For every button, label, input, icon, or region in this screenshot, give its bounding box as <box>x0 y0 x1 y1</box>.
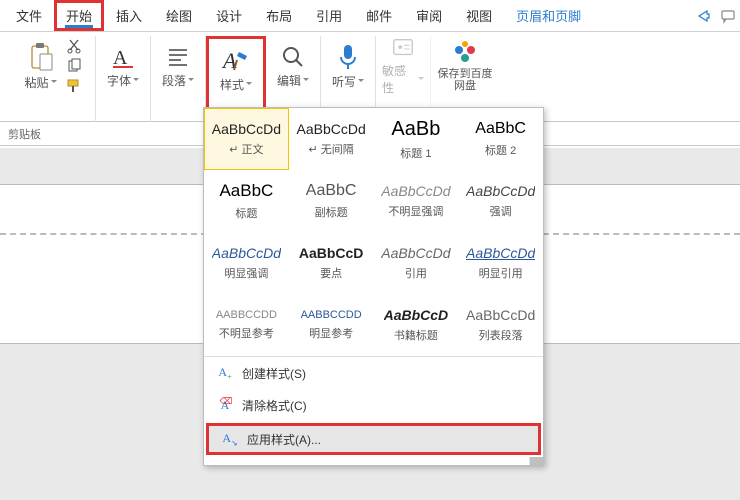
create-style-icon: A+ <box>216 365 234 381</box>
format-painter-icon[interactable] <box>66 78 82 94</box>
style-name: ↵ 无间隔 <box>308 141 353 157</box>
paragraph-label: 段落 <box>162 72 186 89</box>
create-style-item[interactable]: A+ 创建样式(S) <box>204 357 543 389</box>
panel-scrollbar[interactable] <box>204 457 543 465</box>
style-preview: AaBbCcDd <box>212 121 281 137</box>
style-preview: AaBbCcDd <box>296 121 365 137</box>
apply-style-label: 应用样式(A)... <box>247 431 321 448</box>
group-clipboard: 粘贴 <box>6 36 96 122</box>
tab-header-footer[interactable]: 页眉和页脚 <box>504 0 593 31</box>
style-name: 强调 <box>490 203 512 219</box>
style-name: 列表段落 <box>479 327 523 343</box>
style-swatch[interactable]: AaBbCcDd ↵ 正文 <box>204 108 289 170</box>
style-swatch[interactable]: AaBbCcDd 列表段落 <box>458 294 543 356</box>
sensitivity-label: 敏感性 <box>382 62 416 96</box>
style-name: 明显强调 <box>224 265 268 281</box>
tab-review[interactable]: 审阅 <box>404 0 454 31</box>
tab-mail[interactable]: 邮件 <box>354 0 404 31</box>
style-name: 标题 2 <box>485 142 516 158</box>
paste-button[interactable]: 粘贴 <box>20 36 62 96</box>
group-font: A 字体 <box>96 36 151 122</box>
clear-format-icon: A⌫ <box>216 398 234 413</box>
style-preview: AaBbCcD <box>384 307 449 323</box>
style-swatch[interactable]: AABBCCDD 不明显参考 <box>204 294 289 356</box>
styles-button[interactable]: A 样式 <box>215 39 257 99</box>
paste-label: 粘贴 <box>24 74 48 91</box>
comments-icon[interactable] <box>720 8 736 24</box>
style-preview: AABBCCDD <box>301 309 362 321</box>
tab-file[interactable]: 文件 <box>4 0 54 31</box>
style-preview: AaBbCcDd <box>212 245 281 261</box>
svg-text:A: A <box>113 47 128 69</box>
dictate-label: 听写 <box>332 73 356 90</box>
style-preview: AaBbC <box>219 181 273 201</box>
style-swatch[interactable]: AaBbC 标题 2 <box>458 108 543 170</box>
clear-format-item[interactable]: A⌫ 清除格式(C) <box>204 389 543 421</box>
dictate-button[interactable]: 听写 <box>327 36 369 96</box>
edit-label: 编辑 <box>277 72 301 89</box>
tab-home[interactable]: 开始 <box>54 0 104 31</box>
styles-dropdown-panel: AaBbCcDd ↵ 正文 AaBbCcDd ↵ 无间隔 AaBb 标题 1 AaBbC 标题… <box>203 107 544 466</box>
style-preview: AaBbCcDd <box>381 183 450 199</box>
style-swatch[interactable]: AaBbCcDd 强调 <box>458 170 543 232</box>
sensitivity-button: 敏感性 <box>382 36 424 96</box>
style-swatch[interactable]: AaBbCcD 书籍标题 <box>374 294 459 356</box>
style-swatch[interactable]: AaBbCcD 要点 <box>289 232 374 294</box>
apply-style-icon: A↘ <box>221 431 239 447</box>
tab-design[interactable]: 设计 <box>204 0 254 31</box>
styles-gallery: AaBbCcDd ↵ 正文 AaBbCcDd ↵ 无间隔 AaBb 标题 1 AaBbC 标题… <box>204 108 543 356</box>
style-name: 标题 <box>235 205 257 221</box>
style-preview: AaBbC <box>475 120 526 138</box>
style-preview: AaBbC <box>306 182 357 200</box>
style-swatch[interactable]: AaBbCcDd ↵ 无间隔 <box>289 108 374 170</box>
style-preview: AaBbCcDd <box>466 183 535 199</box>
styles-label: 样式 <box>220 76 244 93</box>
style-swatch[interactable]: AaBbCcDd 引用 <box>374 232 459 294</box>
style-name: 引用 <box>405 265 427 281</box>
style-name: 书籍标题 <box>394 327 438 343</box>
style-swatch[interactable]: AaBbC 标题 <box>204 170 289 232</box>
style-name: 副标题 <box>315 204 348 220</box>
style-swatch[interactable]: AaBbCcDd 明显强调 <box>204 232 289 294</box>
style-name: 标题 1 <box>400 145 431 161</box>
tab-references[interactable]: 引用 <box>304 0 354 31</box>
style-name: 不明显参考 <box>219 325 274 341</box>
apply-style-item[interactable]: A↘ 应用样式(A)... <box>206 423 541 455</box>
style-swatch[interactable]: AaBb 标题 1 <box>374 108 459 170</box>
create-style-label: 创建样式(S) <box>242 365 306 382</box>
tab-draw[interactable]: 绘图 <box>154 0 204 31</box>
clear-format-label: 清除格式(C) <box>242 397 307 414</box>
font-button[interactable]: A 字体 <box>102 36 144 96</box>
style-preview: AaBb <box>391 118 440 141</box>
paragraph-button[interactable]: 段落 <box>157 36 199 96</box>
style-preview: AaBbCcDd <box>381 245 450 261</box>
style-swatch[interactable]: AaBbCcDd 明显引用 <box>458 232 543 294</box>
style-swatch[interactable]: AaBbCcDd 不明显强调 <box>374 170 459 232</box>
style-name: ↵ 正文 <box>229 141 263 157</box>
style-preview: AABBCCDD <box>216 309 277 321</box>
style-name: 要点 <box>320 265 342 281</box>
style-preview: AaBbCcDd <box>466 245 535 261</box>
style-swatch[interactable]: AABBCCDD 明显参考 <box>289 294 374 356</box>
font-label: 字体 <box>107 72 131 89</box>
tab-layout[interactable]: 布局 <box>254 0 304 31</box>
style-name: 明显参考 <box>309 325 353 341</box>
baidu-save-button[interactable]: 保存到百度网盘 <box>437 36 493 96</box>
style-name: 明显引用 <box>479 265 523 281</box>
baidu-label: 保存到百度网盘 <box>437 68 493 92</box>
style-preview: AaBbCcD <box>299 245 364 261</box>
share-icon[interactable] <box>696 8 712 24</box>
tab-view[interactable]: 视图 <box>454 0 504 31</box>
style-preview: AaBbCcDd <box>466 307 535 323</box>
menu-bar: 文件 开始 插入 绘图 设计 布局 引用 邮件 审阅 视图 页眉和页脚 <box>0 0 740 32</box>
style-swatch[interactable]: AaBbC 副标题 <box>289 170 374 232</box>
copy-icon[interactable] <box>66 58 82 74</box>
style-name: 不明显强调 <box>388 203 443 219</box>
cut-icon[interactable] <box>66 38 82 54</box>
group-paragraph: 段落 <box>151 36 206 122</box>
edit-button[interactable]: 编辑 <box>272 36 314 96</box>
tab-insert[interactable]: 插入 <box>104 0 154 31</box>
